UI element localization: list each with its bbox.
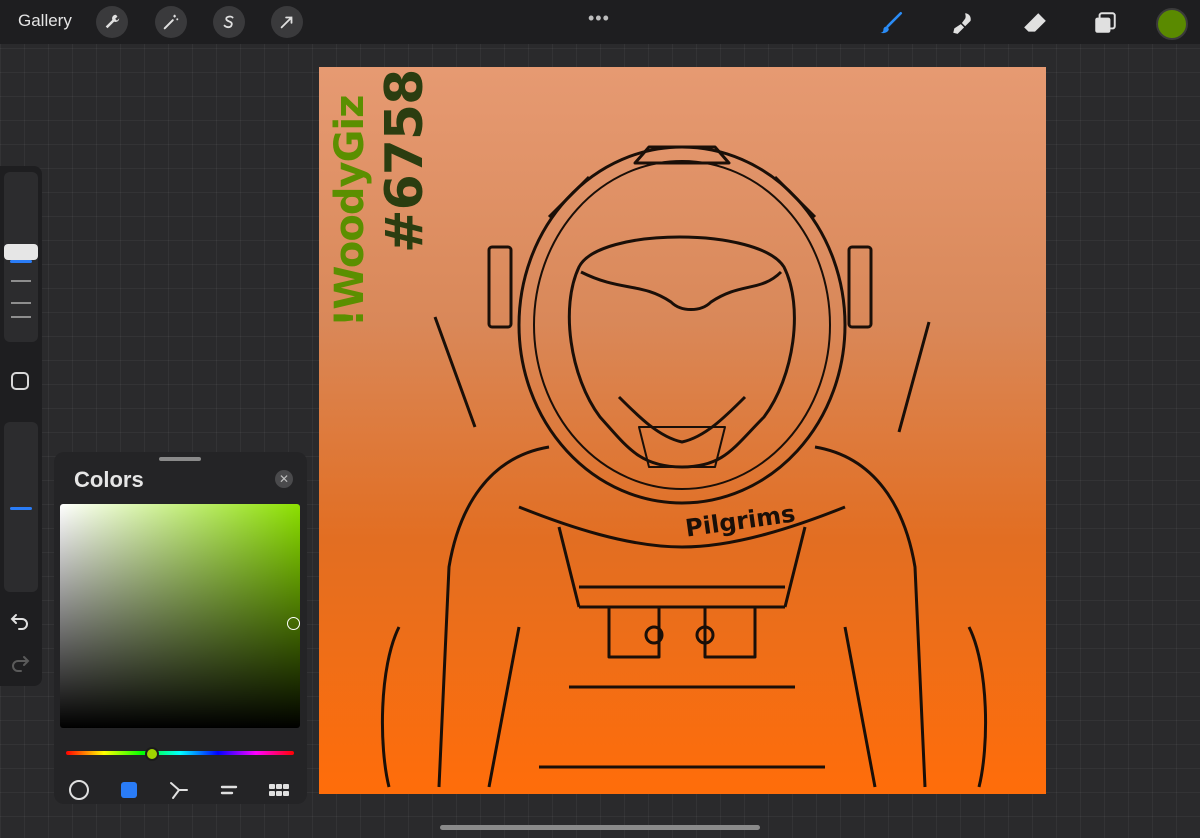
selection-button[interactable] (213, 6, 245, 38)
opacity-indicator (10, 507, 32, 510)
current-color-swatch[interactable] (1156, 8, 1188, 40)
selection-s-icon (223, 15, 234, 29)
colors-panel: Colors ✕ (54, 452, 307, 804)
transform-arrow-icon (280, 16, 293, 29)
wrench-icon (105, 14, 120, 29)
modify-button[interactable] (11, 372, 29, 390)
top-toolbar: Gallery ••• (0, 0, 1200, 44)
size-tick (11, 302, 31, 304)
transform-button[interactable] (271, 6, 303, 38)
brush-size-indicator (10, 260, 32, 263)
hue-slider-thumb[interactable] (145, 747, 159, 761)
saturation-value-picker[interactable] (60, 504, 300, 728)
close-icon[interactable]: ✕ (275, 470, 293, 488)
home-indicator[interactable] (440, 825, 760, 830)
classic-square-icon (121, 782, 137, 798)
tab-harmony[interactable] (168, 779, 190, 801)
tab-classic[interactable] (118, 779, 140, 801)
eraser-tool-button[interactable] (1020, 8, 1050, 38)
adjustments-button[interactable] (155, 6, 187, 38)
brush-size-handle[interactable] (4, 244, 38, 260)
more-options-icon[interactable]: ••• (588, 8, 610, 29)
signature-number: #6758 (375, 69, 435, 253)
signature-name: !WoodyGiz (327, 95, 373, 327)
brush-icon (880, 11, 903, 34)
undo-button[interactable] (10, 610, 30, 635)
value-icon (220, 785, 238, 795)
disc-icon (69, 780, 89, 800)
size-tick (11, 316, 31, 318)
tab-disc[interactable] (68, 779, 90, 801)
smudge-icon (953, 13, 971, 34)
magic-wand-icon (163, 14, 179, 30)
tab-value[interactable] (218, 779, 240, 801)
layers-icon (1095, 12, 1116, 33)
harmony-icon (170, 782, 188, 799)
drawing-canvas[interactable]: !WoodyGiz #6758 Pilgrims (319, 67, 1046, 794)
panel-grab-handle[interactable] (159, 457, 201, 461)
redo-icon (12, 656, 30, 672)
eraser-icon (1024, 13, 1046, 32)
gallery-button[interactable]: Gallery (18, 11, 72, 31)
redo-button[interactable] (10, 652, 30, 677)
smudge-tool-button[interactable] (948, 8, 978, 38)
color-picker-thumb[interactable] (287, 617, 300, 630)
tab-palettes[interactable] (268, 779, 290, 801)
actions-button[interactable] (96, 6, 128, 38)
left-sidebar (0, 166, 42, 686)
hue-slider[interactable] (66, 751, 294, 755)
undo-icon (10, 614, 28, 630)
brush-tool-button[interactable] (876, 8, 906, 38)
size-tick (11, 280, 31, 282)
panel-title: Colors (74, 467, 144, 492)
palettes-icon (269, 784, 289, 796)
layers-button[interactable] (1090, 8, 1120, 38)
